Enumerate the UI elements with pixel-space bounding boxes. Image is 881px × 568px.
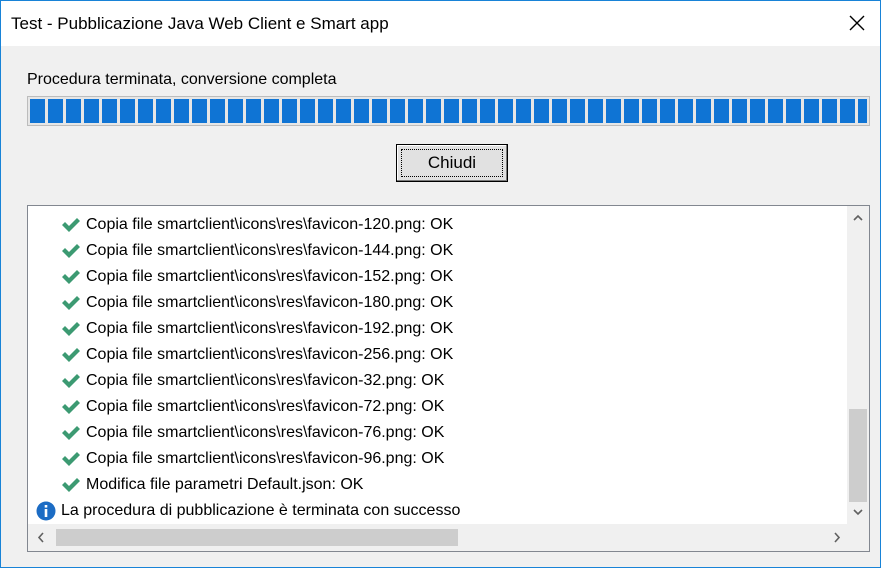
chiudi-button[interactable]: Chiudi: [396, 144, 508, 182]
log-item-text: Copia file smartclient\icons\res\favicon…: [86, 216, 454, 233]
chevron-left-icon: [37, 532, 44, 543]
log-item: Copia file smartclient\icons\res\favicon…: [28, 446, 848, 472]
title-bar[interactable]: Test - Pubblicazione Java Web Client e S…: [1, 1, 880, 46]
check-icon: [62, 244, 80, 258]
check-icon: [62, 400, 80, 414]
log-item: Copia file smartclient\icons\res\favicon…: [28, 290, 848, 316]
log-item-text: Modifica file parametri Default.json: OK: [86, 476, 364, 493]
log-item-text: Copia file smartclient\icons\res\favicon…: [86, 372, 445, 389]
status-text: Procedura terminata, conversione complet…: [27, 71, 337, 88]
info-icon: [36, 501, 56, 521]
chiudi-button-label: Chiudi: [427, 153, 477, 172]
scroll-up-button[interactable]: [847, 208, 869, 228]
check-icon: [62, 452, 80, 466]
log-item-text: La procedura di pubblicazione è terminat…: [61, 502, 461, 519]
log-item-text: Copia file smartclient\icons\res\favicon…: [86, 320, 454, 337]
check-icon: [62, 374, 80, 388]
check-icon: [62, 348, 80, 362]
scroll-down-button[interactable]: [847, 502, 869, 522]
log-item-text: Copia file smartclient\icons\res\favicon…: [86, 346, 454, 363]
check-icon: [62, 270, 80, 284]
log-item: Copia file smartclient\icons\res\favicon…: [28, 212, 848, 238]
check-icon: [62, 218, 80, 232]
log-item-text: Copia file smartclient\icons\res\favicon…: [86, 242, 454, 259]
scroll-left-button[interactable]: [30, 524, 52, 551]
check-icon: [62, 478, 80, 492]
log-item: Copia file smartclient\icons\res\favicon…: [28, 368, 848, 394]
log-item-text: Copia file smartclient\icons\res\favicon…: [86, 294, 454, 311]
close-icon: [849, 15, 865, 31]
progress-fill: [30, 99, 867, 123]
log-item-text: Copia file smartclient\icons\res\favicon…: [86, 424, 445, 441]
log-item-text: Copia file smartclient\icons\res\favicon…: [86, 450, 445, 467]
chevron-right-icon: [834, 532, 841, 543]
log-item: Copia file smartclient\icons\res\favicon…: [28, 394, 848, 420]
log-item-text: Copia file smartclient\icons\res\favicon…: [86, 398, 445, 415]
scrollbar-corner: [847, 524, 869, 551]
scroll-right-button[interactable]: [826, 524, 848, 551]
log-item-text: Copia file smartclient\icons\res\favicon…: [86, 268, 454, 285]
log-item: Modifica file parametri Default.json: OK: [28, 472, 848, 498]
horizontal-scroll-thumb[interactable]: [56, 529, 458, 546]
log-list[interactable]: Copia file smartclient\icons\res\favicon…: [27, 205, 870, 552]
log-item: La procedura di pubblicazione è terminat…: [28, 498, 848, 524]
dialog-window: Test - Pubblicazione Java Web Client e S…: [0, 0, 881, 568]
log-item: Copia file smartclient\icons\res\favicon…: [28, 342, 848, 368]
log-item: Copia file smartclient\icons\res\favicon…: [28, 420, 848, 446]
chevron-up-icon: [853, 214, 863, 221]
progress-bar: [27, 96, 870, 126]
chevron-down-icon: [853, 509, 863, 516]
vertical-scrollbar[interactable]: [847, 206, 869, 524]
vertical-scroll-thumb[interactable]: [849, 409, 867, 502]
check-icon: [62, 322, 80, 336]
check-icon: [62, 296, 80, 310]
log-item: Copia file smartclient\icons\res\favicon…: [28, 316, 848, 342]
log-item: Copia file smartclient\icons\res\favicon…: [28, 238, 848, 264]
log-items: Copia file smartclient\icons\res\favicon…: [28, 206, 848, 524]
horizontal-scrollbar[interactable]: [28, 524, 848, 551]
check-icon: [62, 426, 80, 440]
log-item: Copia file smartclient\icons\res\favicon…: [28, 264, 848, 290]
close-button[interactable]: [834, 1, 880, 46]
window-title: Test - Pubblicazione Java Web Client e S…: [11, 14, 389, 33]
